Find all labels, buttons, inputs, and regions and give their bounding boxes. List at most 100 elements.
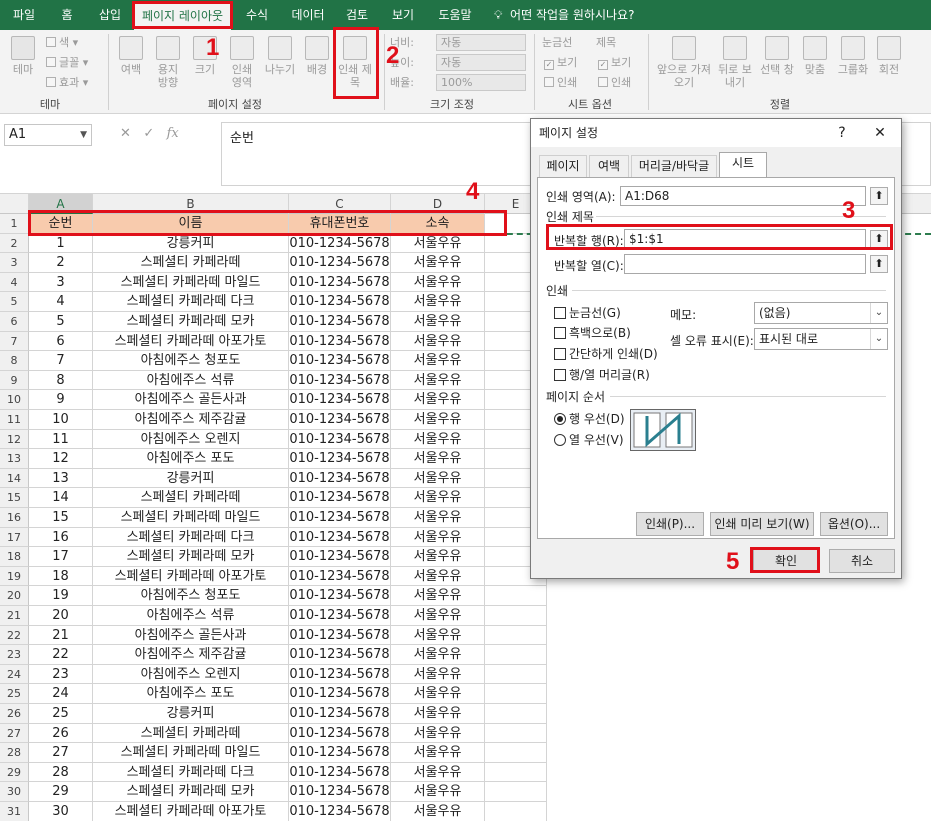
cell[interactable]: 010-1234-5678 [289, 508, 391, 528]
cell[interactable] [485, 586, 547, 606]
row-header[interactable]: 5 [0, 292, 29, 312]
cell[interactable]: 서울우유 [391, 586, 485, 606]
cell[interactable]: 010-1234-5678 [289, 488, 391, 508]
cell[interactable]: 9 [29, 390, 93, 410]
cell[interactable]: 스페셜티 카페라떼 마일드 [93, 508, 289, 528]
row-header[interactable]: 13 [0, 449, 29, 469]
cell[interactable]: 서울우유 [391, 233, 485, 254]
cell[interactable]: 8 [29, 370, 93, 391]
cell[interactable]: 18 [29, 566, 93, 587]
cell[interactable]: 서울우유 [391, 272, 485, 293]
row-header[interactable]: 1 [0, 214, 29, 234]
cell[interactable]: 20 [29, 606, 93, 626]
cell[interactable]: 010-1234-5678 [289, 233, 391, 254]
cell[interactable]: 아침에주스 포도 [93, 449, 289, 469]
width-dropdown[interactable]: 자동 [436, 34, 526, 51]
tab-data[interactable]: 데이터 [288, 0, 328, 30]
cell[interactable]: 서울우유 [391, 468, 485, 489]
cell[interactable]: 010-1234-5678 [289, 704, 391, 724]
cell[interactable]: 서울우유 [391, 802, 485, 821]
row-header[interactable]: 9 [0, 370, 29, 391]
headings-view-checkbox[interactable]: ✓ 보기 [598, 56, 631, 70]
cell[interactable]: 010-1234-5678 [289, 566, 391, 587]
row-header[interactable]: 15 [0, 488, 29, 508]
cell[interactable] [485, 704, 547, 724]
enter-icon[interactable]: ✓ [143, 126, 154, 141]
cell[interactable]: 스페셜티 카페라떼 다크 [93, 527, 289, 548]
cell[interactable]: 010-1234-5678 [289, 527, 391, 548]
cell[interactable]: 스페셜티 카페라떼 아포가토 [93, 802, 289, 821]
cell[interactable]: 강릉커피 [93, 704, 289, 724]
cell[interactable]: 서울우유 [391, 410, 485, 430]
cell[interactable]: 아침에주스 청포도 [93, 351, 289, 371]
cell[interactable]: 15 [29, 508, 93, 528]
tab-formulas[interactable]: 수식 [240, 0, 274, 30]
cell[interactable]: 서울우유 [391, 292, 485, 312]
cell[interactable]: 010-1234-5678 [289, 468, 391, 489]
cell[interactable]: 24 [29, 684, 93, 704]
row-header[interactable]: 4 [0, 272, 29, 293]
cell[interactable]: 서울우유 [391, 253, 485, 273]
gridlines-checkbox[interactable]: 눈금선(G) [554, 304, 621, 321]
row-header[interactable]: 31 [0, 802, 29, 821]
cell[interactable]: 22 [29, 645, 93, 665]
row-header[interactable]: 2 [0, 233, 29, 254]
cell[interactable]: 010-1234-5678 [289, 370, 391, 391]
cell[interactable]: 스페셜티 카페라떼 마일드 [93, 272, 289, 293]
cell[interactable]: 010-1234-5678 [289, 684, 391, 704]
row-header[interactable]: 19 [0, 566, 29, 587]
tab-view[interactable]: 보기 [386, 0, 420, 30]
cell[interactable]: 서울우유 [391, 782, 485, 802]
cell[interactable]: 아침에주스 제주감귤 [93, 645, 289, 665]
row-header[interactable]: 18 [0, 547, 29, 567]
cell[interactable]: 17 [29, 547, 93, 567]
cell[interactable] [485, 684, 547, 704]
orientation-button[interactable]: 용지 방향 [152, 36, 184, 89]
bring-forward-button[interactable]: 앞으로 가져오기 [656, 36, 712, 89]
cell[interactable]: 강릉커피 [93, 233, 289, 254]
cell[interactable]: 아침에주스 포도 [93, 684, 289, 704]
cell[interactable]: 010-1234-5678 [289, 664, 391, 685]
themes-button[interactable]: 테마 [8, 36, 38, 76]
tab-file[interactable]: 파일 [6, 0, 42, 30]
cell[interactable]: 서울우유 [391, 390, 485, 410]
tab-home[interactable]: 홈 [52, 0, 82, 30]
send-backward-button[interactable]: 뒤로 보내기 [714, 36, 756, 89]
row-header[interactable]: 30 [0, 782, 29, 802]
cell[interactable]: 2 [29, 253, 93, 273]
cell[interactable]: 7 [29, 351, 93, 371]
dialog-tab-sheet[interactable]: 시트 [719, 152, 767, 178]
cell[interactable]: 스페셜티 카페라떼 다크 [93, 762, 289, 783]
row-header[interactable]: 29 [0, 762, 29, 783]
cell[interactable]: 아침에주스 오렌지 [93, 664, 289, 685]
gridlines-view-checkbox[interactable]: ✓ 보기 [544, 56, 577, 70]
cell[interactable]: 서울우유 [391, 645, 485, 665]
comments-select[interactable]: (없음) ⌄ [754, 302, 888, 324]
cell[interactable]: 12 [29, 449, 93, 469]
cell[interactable]: 010-1234-5678 [289, 429, 391, 450]
cell[interactable]: 아침에주스 청포도 [93, 586, 289, 606]
cell[interactable]: 010-1234-5678 [289, 272, 391, 293]
cell[interactable]: 스페셜티 카페라떼 아포가토 [93, 331, 289, 352]
colors-button[interactable]: 색 ▾ [46, 36, 78, 49]
row-header[interactable]: 10 [0, 390, 29, 410]
row-header[interactable]: 23 [0, 645, 29, 665]
dialog-tab-margins[interactable]: 여백 [589, 155, 629, 177]
cell[interactable]: 1 [29, 233, 93, 254]
row-header[interactable]: 22 [0, 625, 29, 646]
cell[interactable]: 서울우유 [391, 704, 485, 724]
cell[interactable] [485, 606, 547, 626]
cell[interactable]: 서울우유 [391, 488, 485, 508]
cell[interactable]: 010-1234-5678 [289, 782, 391, 802]
cell[interactable]: 서울우유 [391, 762, 485, 783]
cancel-button[interactable]: 취소 [829, 549, 895, 573]
cell[interactable]: 스페셜티 카페라떼 마일드 [93, 743, 289, 763]
height-dropdown[interactable]: 자동 [436, 54, 526, 71]
close-icon[interactable]: ✕ [865, 119, 895, 147]
cell[interactable]: 서울우유 [391, 723, 485, 744]
cell[interactable]: 010-1234-5678 [289, 410, 391, 430]
row-header[interactable]: 6 [0, 312, 29, 332]
cell[interactable]: 23 [29, 664, 93, 685]
cell[interactable] [485, 802, 547, 821]
cell[interactable]: 서울우유 [391, 743, 485, 763]
